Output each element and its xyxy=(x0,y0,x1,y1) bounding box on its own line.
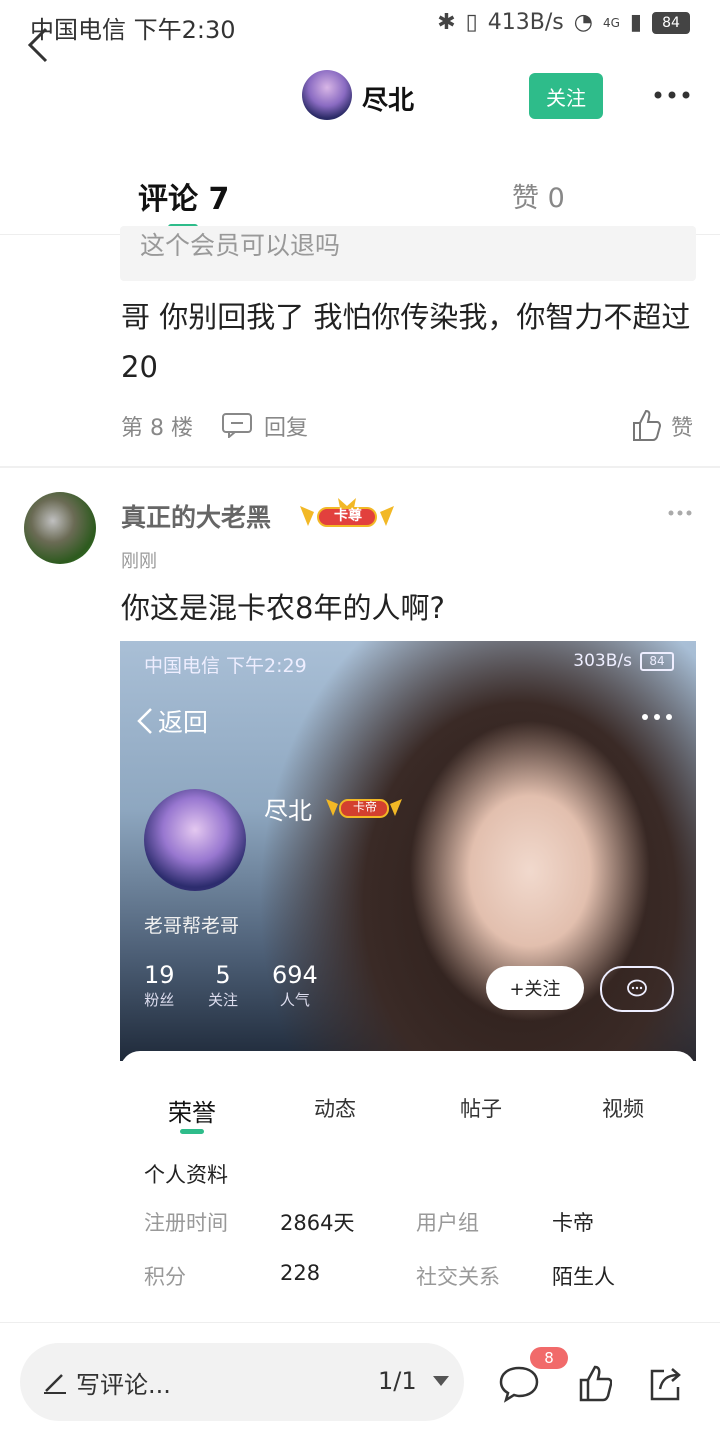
comment-input-placeholder: 写评论... xyxy=(76,1371,171,1399)
battery-icon: 84 xyxy=(652,11,690,34)
network-type: 4G xyxy=(602,15,620,30)
stat-fans: 19 粉丝 xyxy=(144,961,175,1009)
embedded-name: 尽北 xyxy=(264,797,312,825)
tab-bar: 评论 7 赞 0 xyxy=(0,160,720,235)
chevron-left-icon xyxy=(137,708,152,734)
embedded-section-title: 个人资料 xyxy=(144,1163,228,1187)
carrier-time: 中国电信 下午2:30 xyxy=(30,16,236,44)
net-speed: 413B/s xyxy=(487,10,564,35)
avatar[interactable] xyxy=(302,70,352,120)
embedded-battery-icon: 84 xyxy=(640,651,674,671)
comment-count-badge: 8 xyxy=(530,1347,568,1369)
embedded-tab-honor: 荣誉 xyxy=(168,1099,216,1127)
field-label: 社交关系 xyxy=(416,1265,500,1289)
embedded-avatar xyxy=(144,789,246,891)
field-label: 积分 xyxy=(144,1265,186,1289)
floor-label: 第 8 楼 xyxy=(121,416,193,441)
comment-time: 刚刚 xyxy=(121,551,157,572)
embedded-tab-indicator xyxy=(180,1129,204,1134)
like-button[interactable]: 赞 xyxy=(671,410,693,442)
more-icon[interactable] xyxy=(654,85,690,105)
field-label: 注册时间 xyxy=(144,1211,228,1235)
embedded-bio: 老哥帮老哥 xyxy=(144,915,240,937)
vibrate-icon: ▯ xyxy=(465,10,478,35)
embedded-net-speed: 303B/s xyxy=(573,651,632,671)
share-icon[interactable] xyxy=(646,1365,684,1403)
embedded-message-button xyxy=(600,966,674,1012)
quote-text: 这个会员可以退吗 xyxy=(140,231,341,260)
thumbs-up-icon[interactable] xyxy=(631,408,663,442)
embedded-back: 返回 xyxy=(136,703,208,739)
bluetooth-icon: ✱ xyxy=(437,10,456,35)
field-value: 陌生人 xyxy=(552,1265,615,1289)
field-value: 卡帝 xyxy=(552,1211,594,1235)
page-indicator[interactable]: 1/1 xyxy=(378,1367,417,1395)
comment-text: 哥 你别回我了 我怕你传染我，你智力不超过20 xyxy=(121,300,691,384)
reply-icon[interactable] xyxy=(221,412,253,438)
embedded-follow-button: +关注 xyxy=(486,966,584,1010)
embedded-status-time: 中国电信 下午2:29 xyxy=(144,655,307,677)
comment-text: 你这是混卡农8年的人啊? xyxy=(121,591,445,625)
commenter-avatar[interactable] xyxy=(24,492,96,564)
bottom-bar: 写评论... 1/1 8 xyxy=(0,1322,720,1441)
tab-comments[interactable]: 评论 7 xyxy=(138,174,229,218)
more-icon[interactable] xyxy=(668,508,692,518)
embedded-back-label: 返回 xyxy=(158,708,209,737)
follow-button[interactable]: 关注 xyxy=(529,73,603,119)
pen-icon xyxy=(44,1374,66,1394)
field-label: 用户组 xyxy=(416,1211,479,1235)
wifi-icon: ◔ xyxy=(573,10,593,35)
signal-icon: ▮ xyxy=(629,10,642,35)
badge-label: 卡尊 xyxy=(334,508,362,524)
embedded-tab-feed: 动态 xyxy=(314,1097,356,1121)
comment-actions: 第 8 楼 回复 赞 xyxy=(121,408,696,442)
status-bar: 中国电信 下午2:30 ✱ ▯ 413B/s ◔ 4G ▮ 84 xyxy=(0,0,720,50)
tab-likes[interactable]: 赞 0 xyxy=(512,176,565,215)
back-arrow-icon[interactable] xyxy=(20,25,60,65)
attached-image[interactable]: 中国电信 下午2:29 303B/s 84 返回 尽北 卡帝 老哥帮老哥 19 … xyxy=(120,641,696,1321)
embedded-tab-posts: 帖子 xyxy=(460,1097,502,1121)
embedded-badge-label: 卡帝 xyxy=(353,800,378,814)
commenter-name[interactable]: 真正的大老黑 xyxy=(121,498,271,534)
embedded-more-icon xyxy=(642,714,672,720)
caret-down-icon[interactable] xyxy=(432,1375,450,1387)
reply-button[interactable]: 回复 xyxy=(264,410,308,442)
embedded-tab-videos: 视频 xyxy=(602,1097,644,1121)
page-title: 尽北 xyxy=(362,86,415,116)
comment-icon[interactable] xyxy=(498,1365,540,1403)
stat-popularity: 694 人气 xyxy=(272,961,318,1009)
field-value: 2864天 xyxy=(280,1211,355,1235)
quoted-reply: 这个会员可以退吗 xyxy=(120,226,696,281)
stat-following: 5 关注 xyxy=(208,961,239,1009)
comment-input[interactable]: 写评论... 1/1 xyxy=(20,1343,464,1421)
field-value: 228 xyxy=(280,1261,321,1285)
thumbs-up-icon[interactable] xyxy=(578,1363,612,1403)
chat-bubble-icon xyxy=(627,979,647,997)
divider xyxy=(0,466,720,468)
